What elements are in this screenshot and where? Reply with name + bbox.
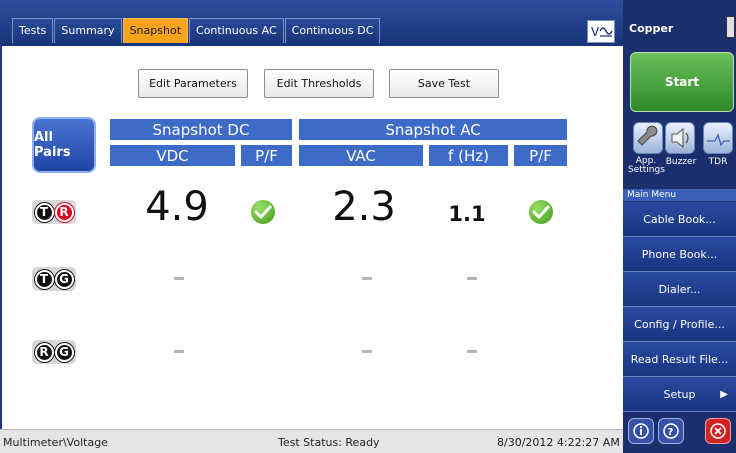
snapshot-ac-header: Snapshot AC bbox=[299, 119, 567, 140]
info-button[interactable] bbox=[628, 418, 654, 444]
tdr-label: TDR bbox=[708, 157, 728, 167]
close-icon bbox=[710, 423, 726, 439]
frequency-column-header: f (Hz) bbox=[429, 145, 508, 166]
main-window: Tests Summary Snapshot Continuous AC Con… bbox=[0, 0, 623, 453]
chevron-right-icon: ▶ bbox=[720, 388, 728, 400]
frequency-empty-dash bbox=[467, 350, 477, 353]
save-test-button[interactable]: Save Test bbox=[389, 69, 499, 98]
edit-thresholds-button[interactable]: Edit Thresholds bbox=[264, 69, 374, 98]
app-settings-button[interactable] bbox=[633, 122, 663, 154]
waveform-logo-icon: V bbox=[591, 25, 613, 39]
frequency-empty-dash bbox=[467, 277, 477, 280]
pf-ac-column-header: P/F bbox=[514, 145, 567, 166]
speaker-icon bbox=[671, 127, 689, 149]
status-path: Multimeter\Voltage bbox=[3, 436, 108, 449]
ground-indicator: G bbox=[54, 342, 74, 362]
read-result-file-menu-item[interactable]: Read Result File... bbox=[623, 342, 736, 377]
setup-menu-item[interactable]: Setup ▶ bbox=[623, 377, 736, 412]
vdc-empty-dash bbox=[174, 350, 184, 353]
help-icon: ? bbox=[663, 423, 679, 439]
status-datetime: 8/30/2012 4:22:27 AM bbox=[497, 436, 620, 449]
ring-indicator: R bbox=[34, 342, 54, 362]
svg-text:V: V bbox=[591, 25, 600, 39]
connector-icon bbox=[726, 16, 735, 38]
cable-book-menu-item[interactable]: Cable Book... bbox=[623, 202, 736, 237]
status-bar: Multimeter\Voltage Test Status: Ready 8/… bbox=[0, 429, 623, 453]
ring-indicator: R bbox=[54, 202, 74, 222]
pf-dc-column-header: P/F bbox=[241, 145, 292, 166]
config-profile-menu-item[interactable]: Config / Profile... bbox=[623, 307, 736, 342]
brand-logo: V bbox=[587, 20, 615, 43]
main-menu-title: Main Menu bbox=[623, 189, 736, 201]
tab-bar: Tests Summary Snapshot Continuous AC Con… bbox=[0, 0, 623, 46]
vac-empty-dash bbox=[362, 277, 372, 280]
snapshot-dc-header: Snapshot DC bbox=[110, 119, 292, 140]
test-status: Test Status: Ready bbox=[278, 436, 380, 449]
panel-title: Copper bbox=[629, 22, 674, 35]
app-settings-label: App. Settings bbox=[628, 156, 665, 175]
help-button[interactable]: ? bbox=[658, 418, 684, 444]
tdr-icon bbox=[707, 133, 730, 147]
tab-snapshot[interactable]: Snapshot bbox=[122, 18, 189, 43]
edit-parameters-button[interactable]: Edit Parameters bbox=[138, 69, 248, 98]
ground-indicator: G bbox=[54, 269, 74, 289]
ac-pass-check-icon bbox=[529, 200, 553, 224]
frequency-value: 1.1 bbox=[448, 202, 486, 226]
tab-summary[interactable]: Summary bbox=[54, 18, 122, 43]
tab-continuous-ac[interactable]: Continuous AC bbox=[189, 18, 284, 43]
vdc-empty-dash bbox=[174, 277, 184, 280]
tabs: Tests Summary Snapshot Continuous AC Con… bbox=[12, 18, 381, 43]
wrench-icon bbox=[637, 125, 658, 146]
vac-value: 2.3 bbox=[332, 184, 396, 230]
phone-book-menu-item[interactable]: Phone Book... bbox=[623, 237, 736, 272]
start-button[interactable]: Start bbox=[630, 52, 734, 112]
setup-label: Setup bbox=[663, 387, 696, 401]
dialer-menu-item[interactable]: Dialer... bbox=[623, 272, 736, 307]
tip-indicator: T bbox=[34, 269, 54, 289]
all-pairs-button[interactable]: All Pairs bbox=[32, 117, 96, 173]
vac-empty-dash bbox=[362, 350, 372, 353]
buzzer-button[interactable] bbox=[665, 122, 695, 154]
vdc-column-header: VDC bbox=[110, 145, 235, 166]
buzzer-label: Buzzer bbox=[665, 157, 697, 167]
vdc-value: 4.9 bbox=[145, 184, 209, 230]
dc-pass-check-icon bbox=[251, 200, 275, 224]
pair-tip-ground-button[interactable]: T G bbox=[32, 267, 76, 291]
vac-column-header: VAC bbox=[299, 145, 423, 166]
side-panel: Copper Start App. Settings Buzzer TDR Ma… bbox=[623, 0, 736, 453]
snapshot-panel: Edit Parameters Edit Thresholds Save Tes… bbox=[0, 46, 623, 429]
tab-tests[interactable]: Tests bbox=[12, 18, 54, 43]
pair-tip-ring-button[interactable]: T R bbox=[32, 200, 76, 224]
pair-ring-ground-button[interactable]: R G bbox=[32, 340, 76, 364]
close-button[interactable] bbox=[705, 418, 731, 444]
svg-text:?: ? bbox=[668, 427, 674, 438]
info-icon bbox=[633, 423, 649, 439]
tip-indicator: T bbox=[34, 202, 54, 222]
tab-continuous-dc[interactable]: Continuous DC bbox=[284, 18, 381, 43]
tdr-button[interactable] bbox=[703, 122, 733, 154]
